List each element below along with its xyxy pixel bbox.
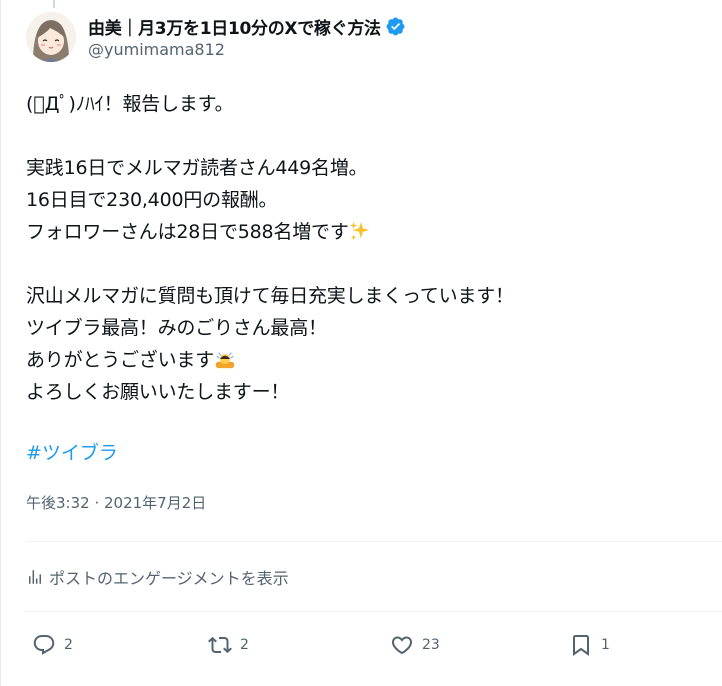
thread-connector [53,0,55,8]
repost-button[interactable]: 2 [208,629,249,661]
reply-button[interactable]: 2 [32,629,73,661]
name-row: 由美｜月3万を1日10分のXで稼ぐ方法 [88,14,406,39]
bookmark-button[interactable]: 1 [569,629,610,661]
divider-top [26,541,722,542]
post-header: 由美｜月3万を1日10分のXで稼ぐ方法 @yumimama812 [26,12,406,62]
repost-count: 2 [240,637,249,653]
post-body: (ﾟДﾟ)ﾉﾊｲ！報告します。 実践16日でメルマガ読者さん449名増。 16日… [26,88,706,408]
verified-badge-icon[interactable] [385,16,406,37]
engagement-label: ポストのエンゲージメントを表示 [49,569,289,588]
like-button[interactable]: 23 [390,629,440,661]
post-text-part-1: (ﾟДﾟ)ﾉﾊｲ！報告します。 実践16日でメルマガ読者さん449名増。 16日… [26,93,368,243]
divider-bottom [26,611,722,612]
like-count: 23 [422,637,440,653]
reply-count: 2 [64,637,73,653]
post-timestamp[interactable]: 午後3:32 · 2021年7月2日 [26,491,206,515]
reply-icon [33,635,55,655]
bookmark-icon [573,635,589,656]
author-handle[interactable]: @yumimama812 [88,40,406,59]
post-text-part-3: よろしくお願いいたしますー！ [26,381,290,403]
author-info: 由美｜月3万を1日10分のXで稼ぐ方法 @yumimama812 [88,14,406,59]
analytics-icon [29,570,41,584]
person-bowing-emoji-icon [215,352,235,369]
bookmark-count: 1 [601,637,610,653]
avatar[interactable] [26,12,76,62]
sparkles-emoji-icon [349,221,369,241]
author-display-name[interactable]: 由美｜月3万を1日10分のXで稼ぐ方法 [88,14,381,39]
left-border [0,0,1,686]
avatar-illustration-icon [26,12,76,62]
post-text-part-2: 沢山メルマガに質問も頂けて毎日充実しまくっています！ ツイブラ最高！みのごりさん… [26,285,514,371]
hashtag-link[interactable]: #ツイブラ [26,437,118,469]
view-engagements-link[interactable]: ポストのエンゲージメントを表示 [26,564,289,590]
repost-icon [208,636,232,654]
heart-icon [391,636,413,655]
